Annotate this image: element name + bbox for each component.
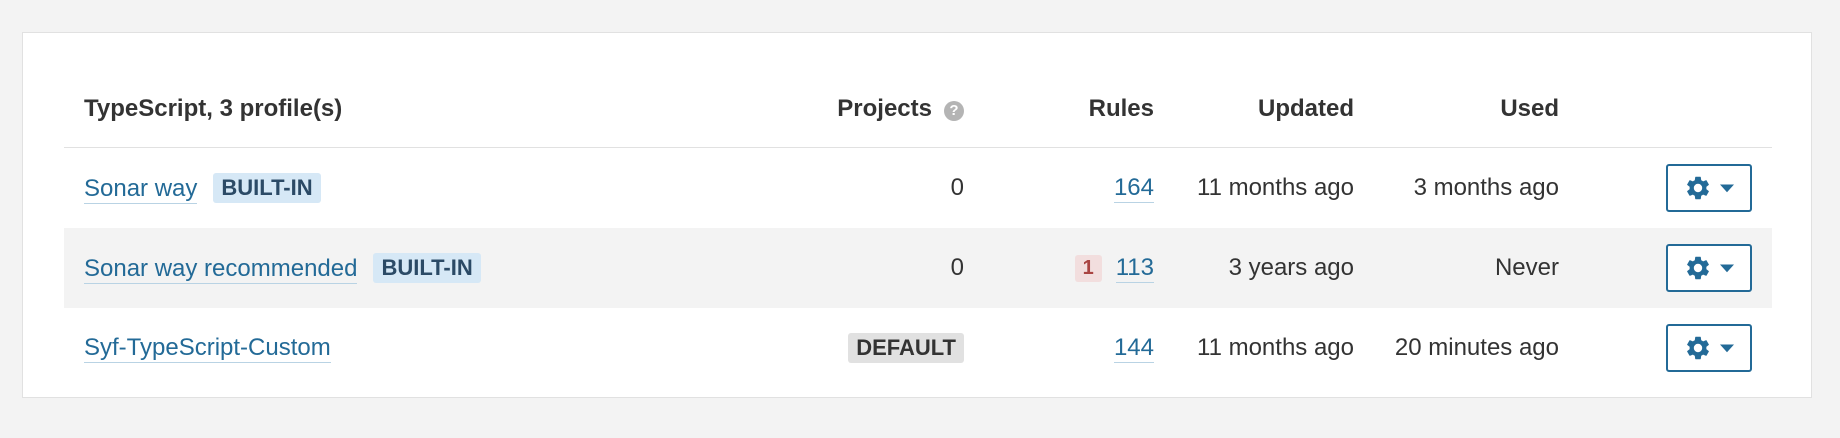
table-header-row: TypeScript, 3 profile(s) Projects? Rules… <box>64 71 1772 148</box>
profile-link-sonar-way[interactable]: Sonar way <box>84 175 198 204</box>
rules-column-header: Rules <box>984 71 1174 148</box>
caret-down-icon <box>1720 184 1734 193</box>
projects-count: 0 <box>950 174 964 201</box>
rules-count-link[interactable]: 164 <box>1113 174 1154 203</box>
projects-count: 0 <box>804 228 984 308</box>
profile-actions-button[interactable] <box>1666 324 1752 372</box>
updated-date: 11 months ago <box>1197 334 1354 361</box>
help-icon[interactable]: ? <box>944 101 964 121</box>
actions-column-header <box>1579 71 1772 148</box>
updated-date: 3 years ago <box>1174 228 1374 308</box>
rules-count-link[interactable]: 144 <box>1113 334 1154 363</box>
profiles-count-title: TypeScript, 3 profile(s) <box>64 71 804 148</box>
actions-cell <box>1579 148 1772 229</box>
updated-column-header: Updated <box>1174 71 1374 148</box>
projects-column-header: Projects? <box>804 71 984 148</box>
profile-name-cell: Sonar way recommended BUILT-IN <box>64 228 804 308</box>
rules-cell: 144 <box>984 308 1174 388</box>
rules-cell: 1 113 <box>984 228 1174 308</box>
profile-link-syf-typescript-custom[interactable]: Syf-TypeScript-Custom <box>84 334 331 363</box>
profile-link-sonar-way-recommended[interactable]: Sonar way recommended <box>84 255 358 284</box>
gear-icon <box>1687 176 1709 200</box>
rules-cell: 164 <box>984 148 1174 229</box>
projects-header-label: Projects <box>837 95 932 122</box>
actions-cell <box>1579 228 1772 308</box>
used-column-header: Used <box>1374 71 1579 148</box>
gear-icon <box>1687 256 1709 280</box>
table-row: Sonar way recommended BUILT-IN 0 1 113 3 y… <box>64 228 1772 308</box>
profile-name-cell: Sonar way BUILT-IN <box>64 148 804 229</box>
updated-date: 11 months ago <box>1197 174 1354 201</box>
built-in-badge: BUILT-IN <box>213 173 321 203</box>
profile-name-cell: Syf-TypeScript-Custom <box>64 308 804 388</box>
table-row: Sonar way BUILT-IN 0 164 11 months ago 3 … <box>64 148 1772 229</box>
rules-count-link[interactable]: 113 <box>1115 254 1154 283</box>
profiles-card: TypeScript, 3 profile(s) Projects? Rules… <box>22 32 1812 398</box>
profile-actions-button[interactable] <box>1666 244 1752 292</box>
used-date: 3 months ago <box>1413 174 1559 201</box>
profile-actions-button[interactable] <box>1666 164 1752 212</box>
used-date: Never <box>1374 228 1579 308</box>
table-row: Syf-TypeScript-Custom DEFAULT 144 11 mon… <box>64 308 1772 388</box>
built-in-badge: BUILT-IN <box>373 253 481 283</box>
gear-icon <box>1687 336 1709 360</box>
projects-cell: DEFAULT <box>804 308 984 388</box>
default-badge: DEFAULT <box>848 333 964 363</box>
profiles-table: TypeScript, 3 profile(s) Projects? Rules… <box>64 71 1772 388</box>
actions-cell <box>1579 308 1772 388</box>
caret-down-icon <box>1720 344 1734 353</box>
used-date: 20 minutes ago <box>1394 334 1559 361</box>
deprecated-rules-badge[interactable]: 1 <box>1074 255 1102 282</box>
caret-down-icon <box>1720 264 1734 273</box>
